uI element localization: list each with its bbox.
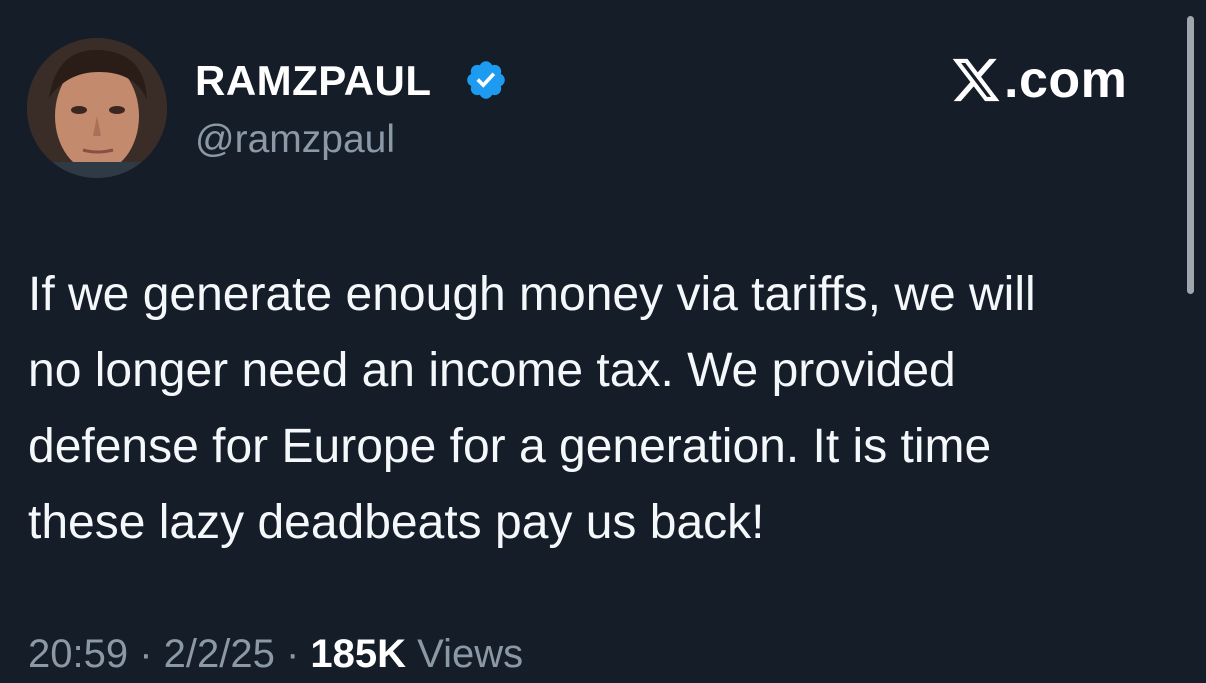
avatar[interactable] xyxy=(27,38,167,178)
brand-suffix: .com xyxy=(1004,51,1128,109)
avatar-portrait-icon xyxy=(27,38,167,178)
scrollbar[interactable] xyxy=(1187,16,1194,294)
tweet-time[interactable]: 20:59 xyxy=(28,632,128,676)
tweet-date[interactable]: 2/2/25 xyxy=(164,632,275,676)
tweet-card: RAMZPAUL @ramzpaul .com If we generate e… xyxy=(0,0,1206,683)
tweet-text-line: no longer need an income tax. We provide… xyxy=(28,344,956,397)
x-logo-icon xyxy=(952,58,1000,102)
views-label: Views xyxy=(417,632,524,676)
views-count[interactable]: 185K xyxy=(310,632,406,676)
tweet-text: If we generate enough money via tariffs,… xyxy=(28,257,1178,561)
tweet-text-line: If we generate enough money via tariffs,… xyxy=(28,268,1036,321)
verified-badge-icon xyxy=(467,61,505,99)
tweet-text-line: defense for Europe for a generation. It … xyxy=(28,420,992,473)
meta-separator: · xyxy=(128,632,164,676)
tweet-metadata: 20:59 · 2/2/25 · 185K Views xyxy=(28,630,523,678)
author-display-name[interactable]: RAMZPAUL xyxy=(195,56,432,106)
meta-separator: · xyxy=(274,632,311,676)
author-handle[interactable]: @ramzpaul xyxy=(195,116,395,164)
x-com-brand: .com xyxy=(950,50,1127,110)
tweet-text-line: these lazy deadbeats pay us back! xyxy=(28,496,765,549)
